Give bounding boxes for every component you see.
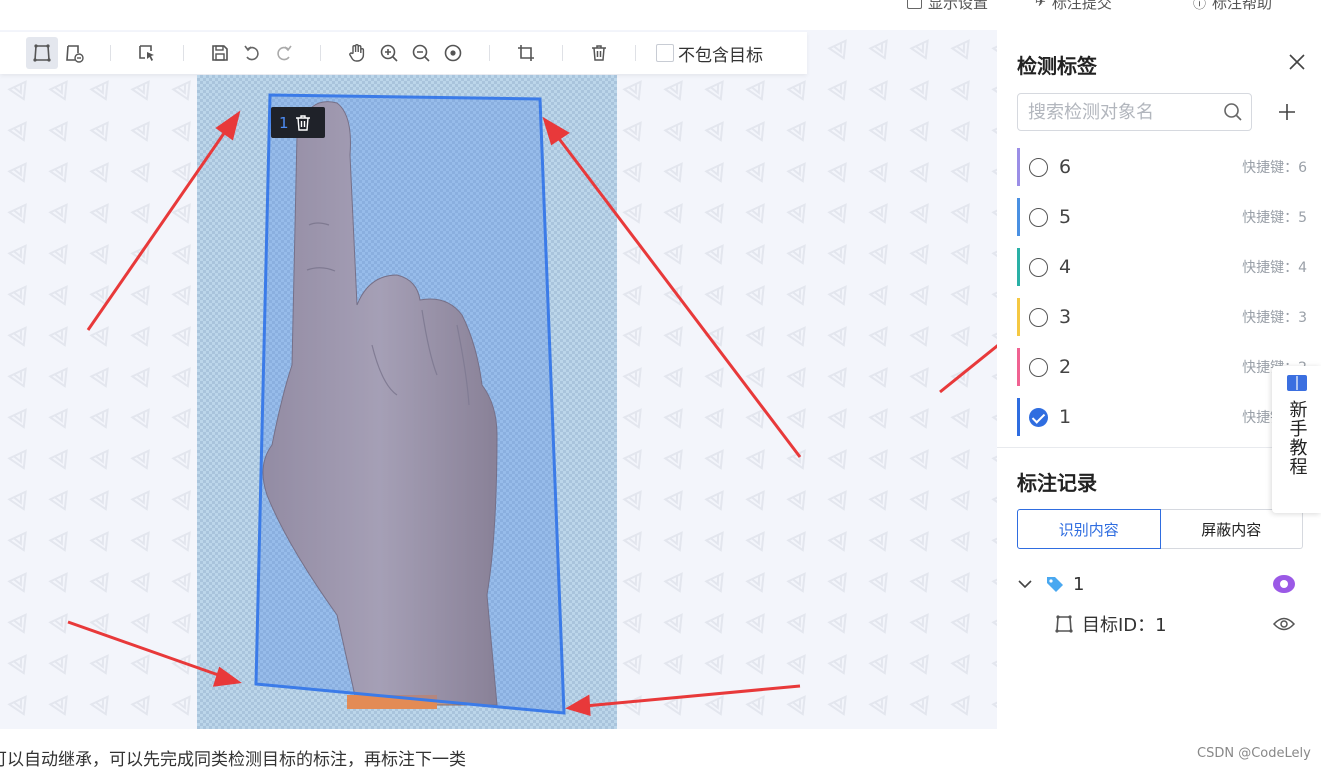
trash-icon[interactable] (295, 114, 311, 131)
label-radio[interactable] (1029, 157, 1048, 177)
label-radio[interactable] (1029, 307, 1048, 327)
send-icon: ✈ (1035, 0, 1046, 10)
polygon-tool-button[interactable] (26, 37, 58, 69)
record-item[interactable]: 目标ID：1 (1054, 609, 1321, 639)
label-name: 4 (1059, 256, 1072, 278)
toolbar-divider (635, 45, 636, 61)
watermark-credit: CSDN @CodeLely (1197, 746, 1311, 761)
label-item-3[interactable]: 3 快捷键：3 (1017, 298, 1307, 336)
label-radio[interactable] (1029, 207, 1048, 227)
label-color-bar (1017, 298, 1020, 336)
record-target-id: 目标ID：1 (1082, 615, 1167, 636)
top-bar: 显示设置 ✈ 标注提交 ⓘ 标注帮助 (0, 0, 1321, 30)
instruction-text: 可以自动继承，可以先完成同类检测目标的标注，再标注下一类 (0, 750, 466, 770)
chevron-down-icon[interactable] (1017, 576, 1033, 592)
label-color-bar (1017, 248, 1020, 286)
redo-icon (277, 45, 292, 61)
tab-recognize[interactable]: 识别内容 (1017, 509, 1161, 549)
label-shortcut: 快捷键：6 (1242, 160, 1307, 176)
help-icon: ⓘ (1193, 0, 1207, 12)
label-item-4[interactable]: 4 快捷键：4 (1017, 248, 1307, 286)
tutorial-label: 新手教程 (1286, 400, 1308, 476)
label-color-bar (1017, 398, 1020, 436)
pan-tool-button[interactable] (341, 37, 373, 69)
toolbar-divider (562, 45, 563, 61)
label-shortcut: 快捷键：5 (1242, 210, 1307, 226)
label-name: 6 (1059, 156, 1072, 178)
label-name: 3 (1059, 306, 1072, 328)
polygon-minus-tool-button[interactable] (58, 37, 90, 69)
reset-view-tool-button[interactable] (437, 37, 469, 69)
toolbar-divider (110, 45, 111, 61)
help-link[interactable]: ⓘ 标注帮助 (1193, 0, 1272, 13)
label-shortcut: 快捷键：3 (1242, 310, 1307, 326)
close-icon[interactable] (1287, 52, 1307, 72)
toolbar-divider (320, 45, 321, 61)
no-target-checkbox[interactable]: 不包含目标 (656, 41, 763, 66)
label-color-bar (1017, 148, 1020, 186)
toolbar: 不包含目标 (0, 32, 807, 74)
display-settings-link[interactable]: 显示设置 (907, 0, 988, 13)
select-tool-button[interactable] (131, 37, 163, 69)
tab-mask[interactable]: 屏蔽内容 (1160, 509, 1303, 549)
submit-link[interactable]: ✈ 标注提交 (1035, 0, 1112, 13)
crop-tool-button[interactable] (510, 37, 542, 69)
hand-icon (349, 44, 365, 62)
redo-tool-button[interactable] (268, 37, 300, 69)
label-shortcut: 快捷键：4 (1242, 260, 1307, 276)
checkbox-box[interactable] (656, 44, 674, 62)
zoom-in-icon (380, 44, 398, 62)
records-tabs: 识别内容 屏蔽内容 (1017, 509, 1303, 549)
add-label-icon[interactable] (1277, 102, 1297, 122)
label-name: 5 (1059, 206, 1072, 228)
visibility-toggle-icon[interactable] (1272, 572, 1296, 596)
search-icon[interactable] (1223, 102, 1243, 122)
crop-icon (518, 45, 534, 61)
label-item-2[interactable]: 2 快捷键：2 (1017, 348, 1307, 386)
label-radio[interactable] (1029, 357, 1048, 377)
label-color-bar (1017, 198, 1020, 236)
zoom-in-tool-button[interactable] (373, 37, 405, 69)
annotation-number: 1 (279, 113, 289, 132)
label-item-5[interactable]: 5 快捷键：5 (1017, 198, 1307, 236)
label-item-6[interactable]: 6 快捷键：6 (1017, 148, 1307, 186)
delete-tool-button[interactable] (583, 37, 615, 69)
search-input[interactable] (1018, 94, 1208, 130)
label-name: 1 (1059, 406, 1072, 428)
tag-icon (1047, 577, 1063, 592)
hand-photo (262, 101, 498, 709)
save-tool-button[interactable] (204, 37, 236, 69)
label-radio[interactable] (1029, 257, 1048, 277)
book-icon (1286, 375, 1307, 391)
zoom-out-tool-button[interactable] (405, 37, 437, 69)
polygon-icon (1055, 615, 1073, 633)
label-name: 2 (1059, 356, 1072, 378)
label-search (1017, 93, 1252, 131)
label-color-bar (1017, 348, 1020, 386)
toolbar-divider (183, 45, 184, 61)
undo-icon (244, 45, 259, 61)
label-item-1[interactable]: 1 快捷键：1 (1017, 398, 1307, 436)
eye-icon[interactable] (1273, 616, 1295, 632)
annotation-badge[interactable]: 1 (271, 107, 325, 138)
select-cursor-icon (139, 45, 154, 61)
target-icon (444, 44, 462, 62)
labels-title: 检测标签 (1017, 54, 1097, 78)
trash-icon (592, 45, 606, 61)
tutorial-button[interactable]: 新手教程 (1272, 366, 1321, 513)
polygon-minus-icon (66, 45, 84, 63)
label-radio-checked[interactable] (1029, 407, 1048, 427)
monitor-icon (907, 0, 922, 9)
toolbar-divider (489, 45, 490, 61)
record-label: 1 (1073, 573, 1085, 595)
record-group[interactable]: 1 (1017, 569, 1317, 599)
annotation-image[interactable] (197, 75, 617, 729)
zoom-out-icon (412, 44, 430, 62)
undo-tool-button[interactable] (236, 37, 268, 69)
records-title: 标注记录 (1017, 471, 1097, 495)
polygon-icon (33, 44, 51, 62)
save-icon (212, 45, 228, 61)
no-target-label: 不包含目标 (678, 45, 763, 66)
